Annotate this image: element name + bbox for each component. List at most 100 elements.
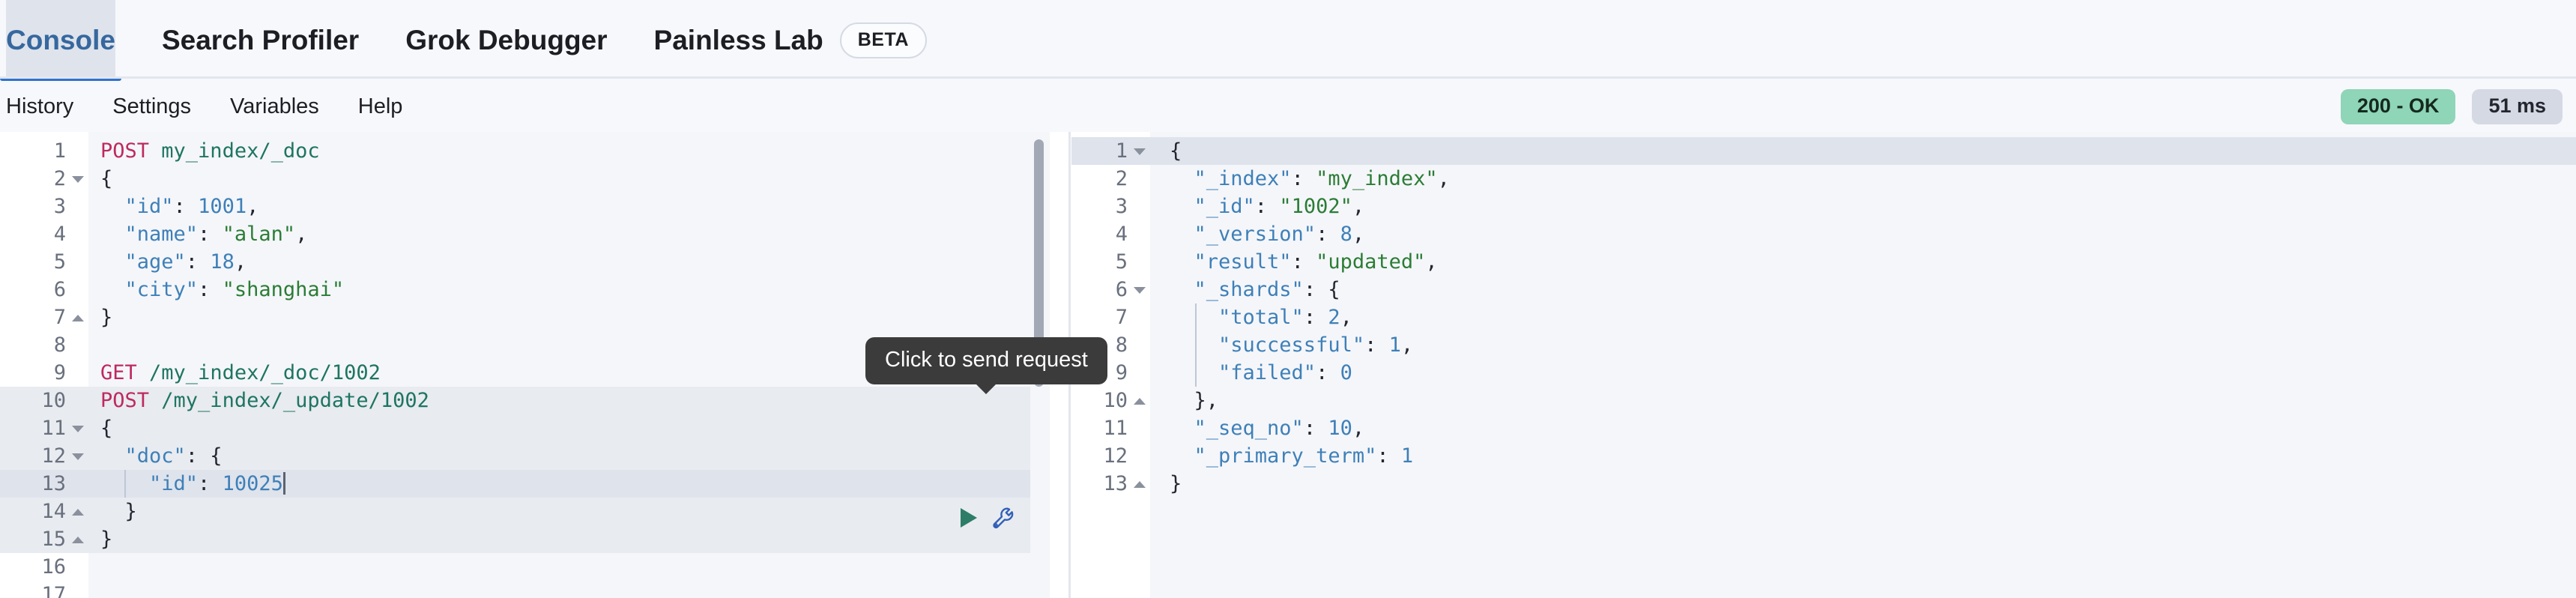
chevron-up-icon[interactable] — [72, 537, 84, 543]
response-viewer-pane[interactable]: { "_index": "my_index", "_id": "1002", "… — [1071, 132, 2576, 598]
code-line[interactable]: } — [100, 303, 112, 331]
code-token: , — [1437, 167, 1450, 190]
code-line[interactable]: "id": 1001, — [100, 193, 259, 220]
line-number: 2 — [1115, 167, 1128, 190]
code-token: "city" — [100, 278, 199, 301]
request-editor-gutter[interactable]: 1 2 3 4 5 6 7 8 9 10 11 12 13 14 15 16 17 — [0, 132, 88, 598]
line-number: 9 — [53, 361, 66, 384]
code-line[interactable]: } — [1170, 470, 1182, 498]
code-token: "age" — [100, 250, 186, 274]
code-line[interactable]: "city": "shanghai" — [100, 276, 345, 303]
code-token: }, — [1170, 389, 1219, 412]
code-token: : — [1303, 417, 1328, 440]
code-line[interactable]: "doc": { — [100, 442, 223, 470]
code-token: } — [1170, 472, 1182, 495]
code-line[interactable]: GET /my_index/_doc/1002 — [100, 359, 381, 387]
code-line[interactable]: "result": "updated", — [1170, 248, 1438, 276]
line-number: 4 — [1115, 223, 1128, 246]
menu-item-history[interactable]: History — [6, 94, 73, 119]
code-line[interactable]: "_primary_term": 1 — [1170, 442, 1414, 470]
line-number: 1 — [53, 139, 66, 163]
tab-search-profiler[interactable]: Search Profiler — [162, 0, 359, 81]
code-token: "id" — [100, 195, 174, 218]
code-line[interactable]: { — [100, 414, 112, 442]
code-token: "_id" — [1170, 195, 1255, 218]
code-line[interactable]: { — [100, 165, 112, 193]
code-line[interactable]: { — [1170, 137, 1182, 165]
code-token: 18 — [210, 250, 235, 274]
code-token: "_shards" — [1170, 278, 1304, 301]
code-token: /my_index/_doc/1002 — [136, 361, 381, 384]
code-line[interactable]: "_shards": { — [1170, 276, 1340, 303]
line-number: 6 — [53, 278, 66, 301]
code-line[interactable]: "total": 2, — [1170, 303, 1352, 331]
chevron-down-icon[interactable] — [1134, 287, 1146, 294]
tab-grok-debugger[interactable]: Grok Debugger — [405, 0, 607, 81]
code-token: 10025 — [222, 472, 283, 495]
code-token: "1002" — [1279, 195, 1352, 218]
code-token: : — [1364, 333, 1389, 357]
code-token: "total" — [1170, 306, 1304, 329]
chevron-up-icon[interactable] — [72, 509, 84, 516]
menu-item-help[interactable]: Help — [358, 94, 403, 119]
line-number: 5 — [53, 250, 66, 274]
indent-guide — [124, 470, 126, 498]
tab-console[interactable]: Console — [0, 0, 121, 81]
menu-item-variables[interactable]: Variables — [230, 94, 319, 119]
code-line[interactable]: }, — [1170, 387, 1219, 414]
tab-painless-lab[interactable]: Painless Lab BETA — [654, 0, 927, 81]
code-token: : — [1316, 223, 1340, 246]
chevron-down-icon[interactable] — [1134, 148, 1146, 155]
chevron-down-icon[interactable] — [72, 176, 84, 183]
line-number: 5 — [1115, 250, 1128, 274]
code-line[interactable]: "_version": 8, — [1170, 220, 1365, 248]
console-menu-bar: History Settings Variables Help 200 - OK 51… — [0, 81, 2576, 213]
indent-guide — [1195, 303, 1197, 387]
menu-item-settings[interactable]: Settings — [112, 94, 191, 119]
line-number: 3 — [53, 195, 66, 218]
tab-list: Console Search Profiler Grok Debugger Painl… — [0, 0, 973, 81]
code-line[interactable]: "age": 18, — [100, 248, 247, 276]
code-line[interactable]: POST /my_index/_update/1002 — [100, 387, 429, 414]
code-token: "_index" — [1170, 167, 1292, 190]
code-token: : — [173, 195, 199, 218]
chevron-up-icon[interactable] — [1134, 398, 1146, 405]
code-token: POST — [100, 139, 150, 163]
response-status-group: 200 - OK 51 ms — [2340, 81, 2563, 132]
tab-bar-divider — [0, 76, 2576, 79]
chevron-up-icon[interactable] — [72, 315, 84, 321]
code-line[interactable]: "_index": "my_index", — [1170, 165, 1450, 193]
code-token: : — [198, 472, 223, 495]
tab-label: Console — [6, 25, 115, 55]
code-token: "name" — [100, 223, 199, 246]
response-viewer-code[interactable]: { "_index": "my_index", "_id": "1002", "… — [1150, 132, 2576, 598]
play-icon[interactable] — [961, 508, 977, 528]
code-line[interactable]: "name": "alan", — [100, 220, 308, 248]
code-line[interactable]: } — [100, 498, 137, 525]
code-line[interactable]: "failed": 0 — [1170, 359, 1352, 387]
code-line[interactable]: "_id": "1002", — [1170, 193, 1365, 220]
code-token: , — [1352, 417, 1365, 440]
code-token: } — [100, 500, 137, 523]
line-number: 8 — [53, 333, 66, 357]
line-number: 3 — [1115, 195, 1128, 218]
code-token: "doc" — [100, 444, 186, 468]
top-tab-bar: Console Search Profiler Grok Debugger Painl… — [0, 0, 2576, 81]
code-token: { — [100, 167, 113, 190]
tab-label: Painless Lab — [653, 25, 823, 55]
wrench-icon[interactable] — [991, 505, 1016, 531]
chevron-down-icon[interactable] — [72, 453, 84, 460]
text-caret — [282, 472, 285, 495]
code-token: "successful" — [1170, 333, 1365, 357]
chevron-down-icon[interactable] — [72, 426, 84, 432]
code-line[interactable]: "_seq_no": 10, — [1170, 414, 1365, 442]
code-token: : — [198, 223, 223, 246]
code-line[interactable]: "id": 10025 — [100, 470, 285, 498]
line-highlight — [88, 442, 1030, 470]
code-line[interactable]: } — [100, 525, 112, 553]
chevron-up-icon[interactable] — [1134, 481, 1146, 488]
code-line[interactable]: POST my_index/_doc — [100, 137, 320, 165]
tab-label: Grok Debugger — [405, 25, 608, 55]
line-number: 17 — [41, 583, 66, 598]
code-line[interactable]: "successful": 1, — [1170, 331, 1413, 359]
